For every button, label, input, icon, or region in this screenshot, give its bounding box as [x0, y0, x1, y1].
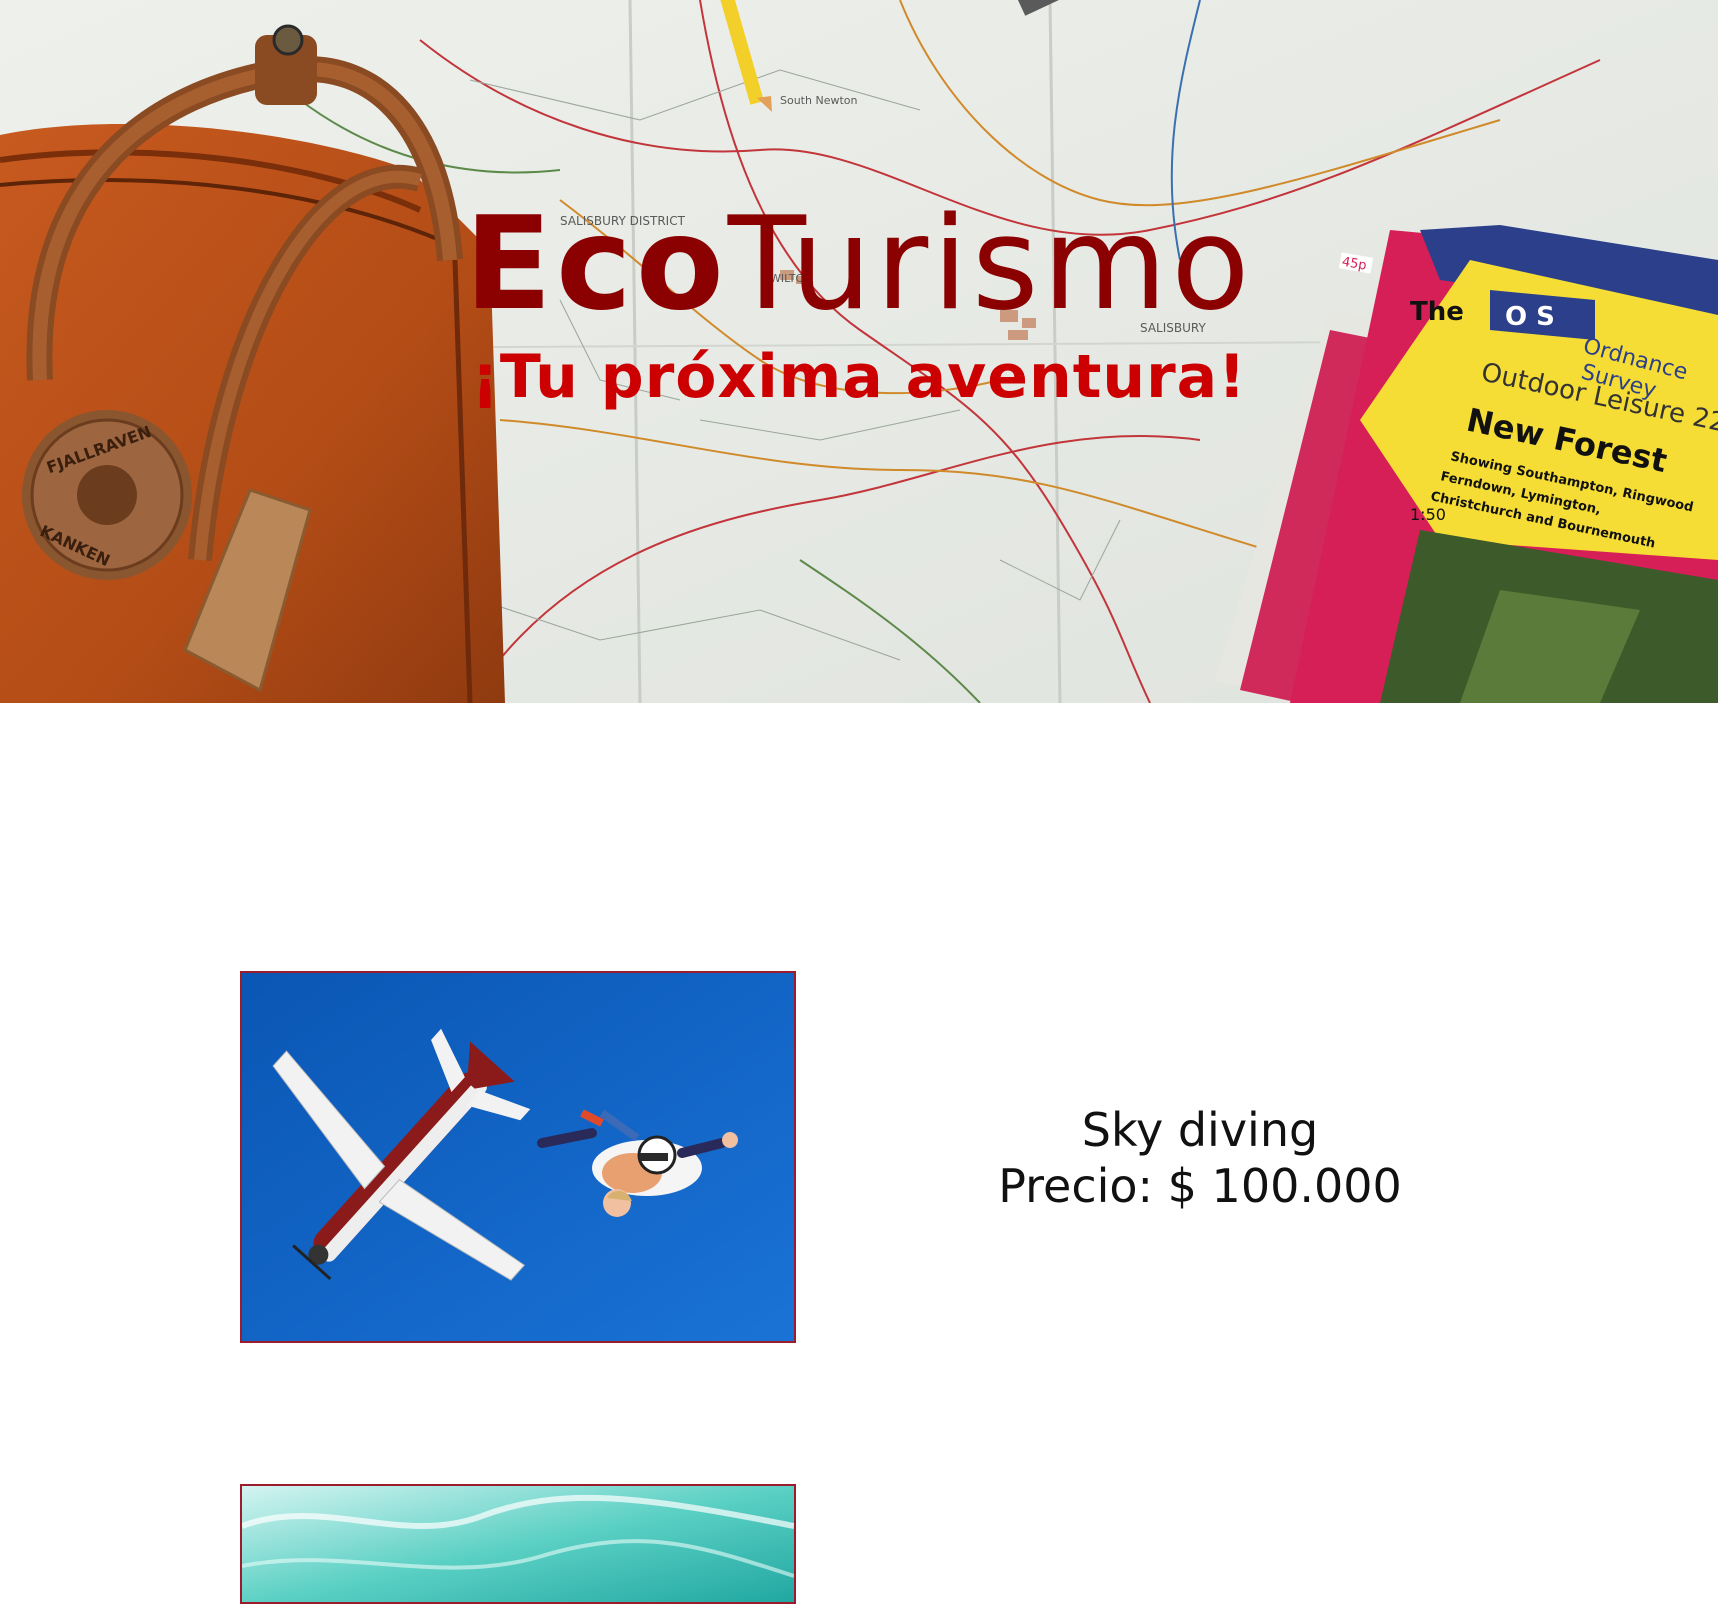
product-price: Precio: $ 100.000: [998, 1159, 1402, 1213]
map-label-south-newton: South Newton: [780, 94, 858, 107]
site-subtitle: ¡Tu próxima aventura!: [471, 342, 1247, 412]
site-title-bold: Eco: [464, 190, 728, 339]
product-image-sky-diving[interactable]: [240, 971, 796, 1343]
product-info-sky-diving: Sky diving Precio: $ 100.000: [900, 1102, 1500, 1214]
water-photo: [242, 1486, 794, 1602]
svg-text:1:50: 1:50: [1410, 505, 1446, 524]
product-name: Sky diving: [1081, 1103, 1319, 1157]
site-title: EcoTurismo: [0, 195, 1718, 335]
site-title-rest: Turismo: [727, 190, 1254, 339]
hero-banner: SALISBURY SALISBURY DISTRICT WILTON Sout…: [0, 0, 1718, 703]
product-image-2[interactable]: [240, 1484, 796, 1604]
sky-diving-photo: [242, 973, 794, 1341]
